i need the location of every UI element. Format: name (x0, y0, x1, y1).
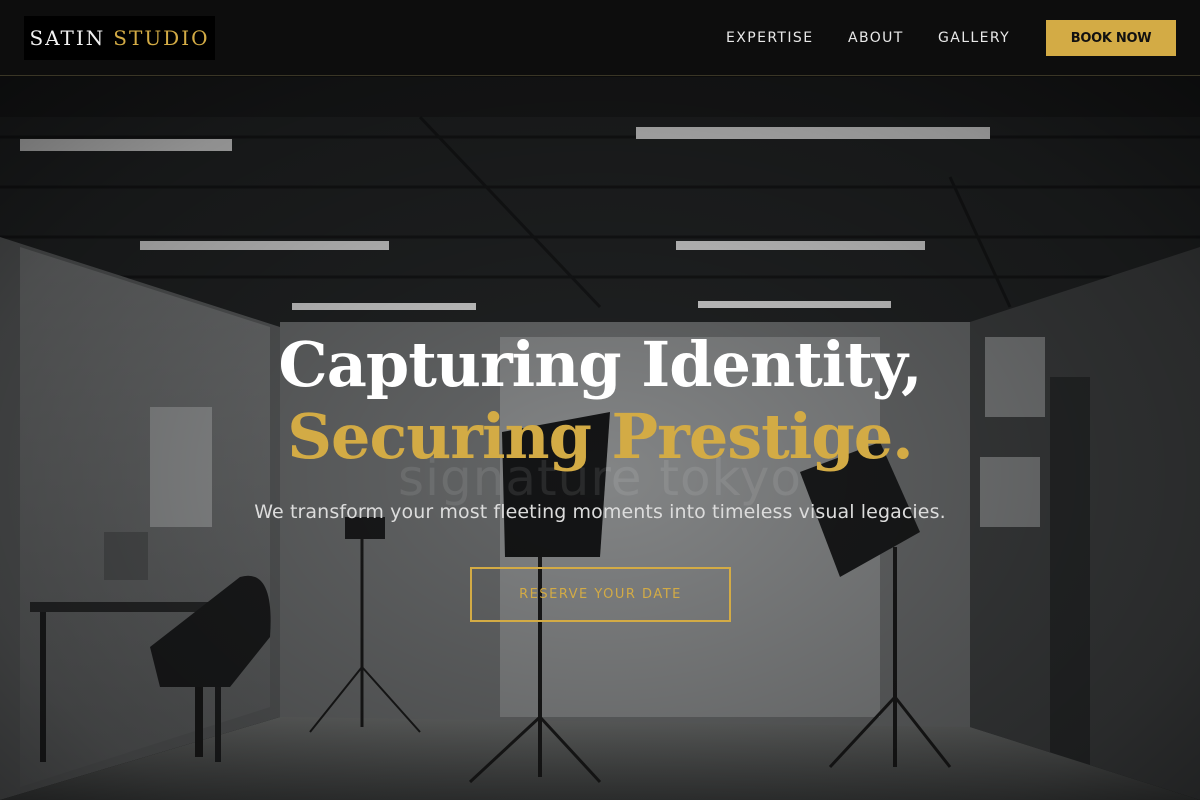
nav-link-gallery[interactable]: GALLERY (938, 28, 1010, 48)
main-nav: EXPERTISE ABOUT GALLERY BOOK NOW (0, 0, 1200, 76)
headline-line-1: Capturing Identity, (278, 328, 922, 401)
book-now-button[interactable]: BOOK NOW (1046, 20, 1176, 56)
hero-headline: Capturing Identity, Securing Prestige. (0, 329, 1200, 473)
nav-link-expertise[interactable]: EXPERTISE (726, 28, 813, 48)
nav-link-about[interactable]: ABOUT (848, 28, 904, 48)
hero-subtitle: We transform your most fleeting moments … (254, 501, 946, 523)
headline-line-2: Securing Prestige. (287, 400, 914, 473)
site-header: SATIN STUDIO EXPERTISE ABOUT GALLERY BOO… (0, 0, 1200, 76)
reserve-date-button[interactable]: RESERVE YOUR DATE (470, 567, 731, 622)
hero-section: signature tokyo Capturing Identity, Secu… (0, 77, 1200, 800)
